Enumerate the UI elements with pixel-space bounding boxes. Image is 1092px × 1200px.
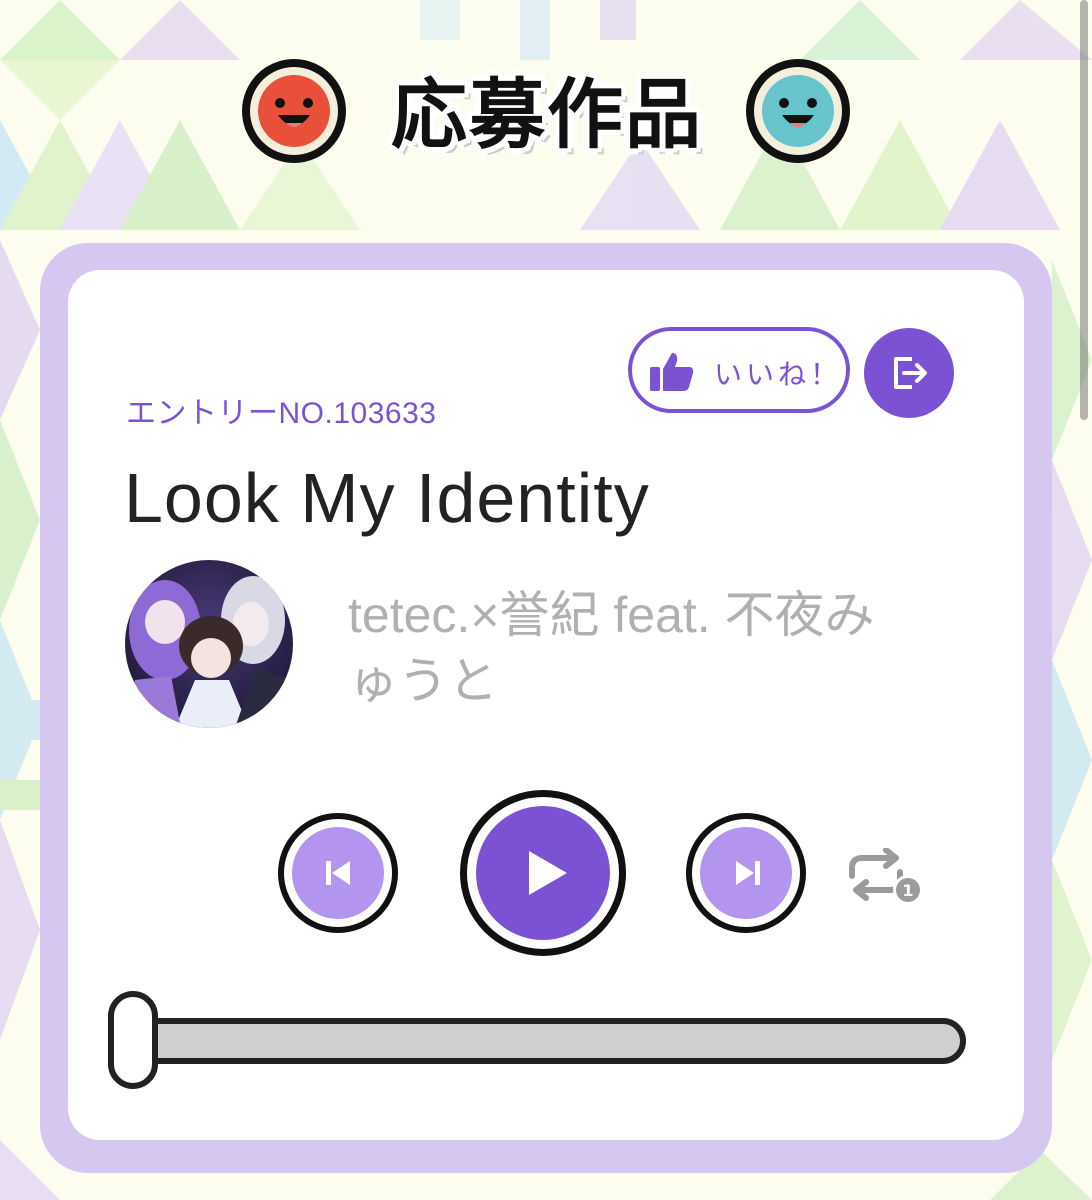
like-label: いいね！ xyxy=(714,358,843,391)
artist-name: tetec.×誉紀 feat. 不夜みゅうと xyxy=(348,587,875,709)
repeat-badge: 1 xyxy=(902,881,913,900)
seek-thumb[interactable] xyxy=(108,991,158,1089)
thumbs-up-icon xyxy=(650,353,694,391)
seek-bar[interactable] xyxy=(130,1018,966,1064)
share-exit-icon xyxy=(894,357,927,389)
play-icon xyxy=(529,851,567,895)
play-button[interactable] xyxy=(460,790,626,956)
artist-avatar xyxy=(125,560,293,728)
previous-button[interactable] xyxy=(278,813,398,933)
like-button[interactable]: いいね！ xyxy=(628,327,850,413)
song-title: Look My Identity xyxy=(124,459,650,537)
entry-number: エントリーNO.103633 xyxy=(126,397,437,430)
skip-next-icon xyxy=(736,861,760,885)
header-banner: 応募作品 xyxy=(0,40,1092,180)
next-button[interactable] xyxy=(686,813,806,933)
red-drum-face-icon xyxy=(242,59,346,163)
share-button[interactable] xyxy=(864,328,954,418)
page-title: 応募作品 xyxy=(391,70,703,159)
skip-previous-icon xyxy=(326,861,350,885)
repeat-one-icon[interactable]: 1 xyxy=(846,848,926,908)
blue-drum-face-icon xyxy=(746,59,850,163)
